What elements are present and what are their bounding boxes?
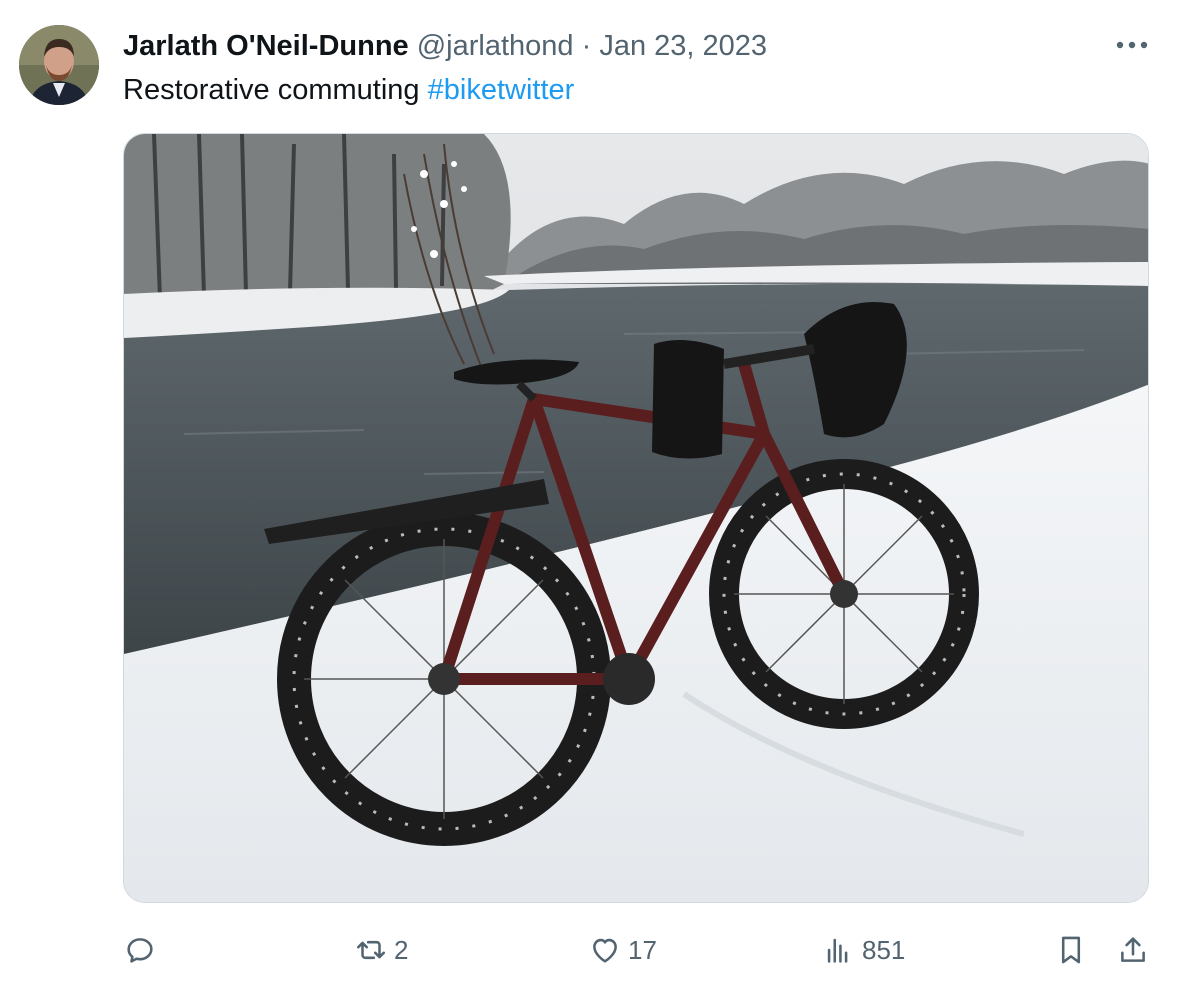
- avatar[interactable]: [19, 25, 99, 105]
- reply-button[interactable]: [123, 924, 157, 976]
- more-icon[interactable]: [1110, 28, 1154, 62]
- author-handle[interactable]: @jarlathond: [417, 30, 574, 62]
- share-icon: [1121, 937, 1145, 962]
- tweet-header: Jarlath O'Neil-Dunne @jarlathond · Jan 2…: [123, 27, 767, 65]
- tweet-text: Restorative commuting #biketwitter: [123, 71, 574, 109]
- tweet-photo[interactable]: [123, 133, 1149, 903]
- bookmark-icon: [1061, 936, 1081, 964]
- retweet-button[interactable]: 2: [354, 924, 408, 976]
- heart-icon: [593, 938, 617, 963]
- views-icon: [827, 938, 848, 963]
- hashtag-link[interactable]: #biketwitter: [428, 74, 575, 106]
- author-name[interactable]: Jarlath O'Neil-Dunne: [123, 30, 409, 62]
- view-count: 851: [862, 934, 906, 965]
- like-button[interactable]: 17: [588, 924, 657, 976]
- views-button[interactable]: 851: [822, 924, 905, 976]
- tweet-actions: 2 17 851: [0, 924, 1178, 976]
- share-button[interactable]: [1116, 924, 1150, 976]
- bookmark-button[interactable]: [1054, 924, 1088, 976]
- tweet-body: Restorative commuting: [123, 74, 428, 106]
- retweet-icon: [356, 940, 386, 960]
- like-count: 17: [628, 934, 657, 965]
- header-separator: ·: [581, 30, 592, 62]
- retweet-count: 2: [394, 934, 409, 965]
- reply-icon: [127, 938, 153, 963]
- tweet-date[interactable]: Jan 23, 2023: [599, 30, 767, 62]
